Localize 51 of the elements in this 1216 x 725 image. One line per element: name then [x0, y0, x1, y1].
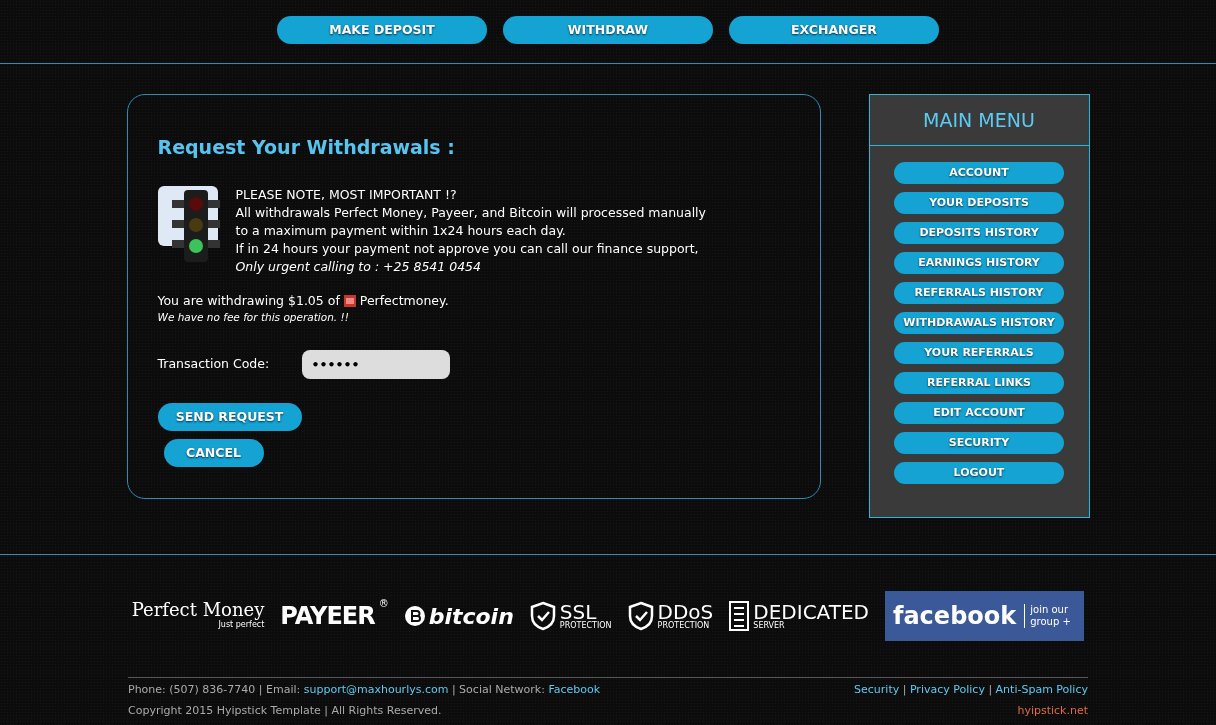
transaction-code-field[interactable]: •••••• — [301, 350, 450, 379]
menu-item[interactable]: DEPOSITS HISTORY — [894, 222, 1064, 244]
nav-tab[interactable]: EXCHANGER — [729, 16, 939, 44]
menu-item[interactable]: YOUR REFERRALS — [894, 342, 1064, 364]
logo-text: PAYEER — [280, 601, 375, 632]
footer-link[interactable]: support@maxhourlys.com — [303, 683, 449, 696]
footer-link[interactable]: Privacy Policy — [909, 683, 985, 696]
logo-mark: ® — [378, 598, 389, 610]
menu-item[interactable]: SECURITY — [894, 432, 1064, 454]
menu-item[interactable]: YOUR DEPOSITS — [894, 192, 1064, 214]
shield-check-icon — [627, 601, 654, 631]
menu-item[interactable]: REFERRALS HISTORY — [894, 282, 1064, 304]
logo-text: SSL — [559, 602, 597, 622]
processor-name: Perfectmoney. — [359, 291, 449, 310]
nav-tab[interactable]: MAKE DEPOSIT — [277, 16, 487, 44]
perfect-money-icon — [343, 294, 356, 307]
server-icon — [729, 601, 750, 631]
send-request-button[interactable]: SEND REQUEST — [157, 403, 302, 431]
menu-item[interactable]: LOGOUT — [894, 462, 1064, 484]
logo-text: bitcoin — [428, 602, 514, 631]
menu-item[interactable]: WITHDRAWALS HISTORY — [894, 312, 1064, 334]
page-heading: Request Your Withdrawals : — [157, 135, 456, 160]
menu-heading: MAIN MENU — [869, 95, 1089, 146]
cancel-button[interactable]: CANCEL — [163, 439, 264, 467]
logo-text: facebook — [893, 601, 1017, 632]
footer-link[interactable]: Facebook — [548, 683, 601, 696]
logo-caption: PROTECTION — [657, 622, 711, 630]
logo-text: DEDICATED — [753, 602, 869, 622]
menu-item[interactable]: EARNINGS HISTORY — [894, 252, 1064, 274]
copyright-text: Copyright 2015 Hyipstick Template | All Rights Reserved. — [128, 702, 443, 719]
traffic-light-icon — [157, 185, 220, 262]
logo-caption: join our group + — [1024, 604, 1077, 628]
field-label: Transaction Code: — [157, 355, 271, 374]
shield-check-icon — [529, 601, 556, 631]
menu-item[interactable]: REFERRAL LINKS — [894, 372, 1064, 394]
nav-tab[interactable]: WITHDRAW — [503, 16, 713, 44]
fee-note: We have no fee for this operation. !! — [157, 310, 350, 326]
notice-text: PLEASE NOTE, MOST IMPORTANT !? All withdrawals Perfect Money, Payeer, and Bitcoin will processed manually to a maximum payment within 1x24 hours each day. If in 24 hours your payment not approve you can call our finance support, Only urgent calling to : +25 8541 0454 — [235, 185, 706, 276]
footer-link[interactable]: Anti-Spam Policy — [995, 683, 1088, 696]
policy-links: Security | Privacy Policy | Anti-Spam Policy — [854, 682, 1088, 698]
facebook-banner[interactable]: facebook join our group + — [885, 591, 1085, 641]
logo-text: DDoS — [657, 602, 714, 622]
bitcoin-icon — [404, 606, 425, 626]
contact-line: Phone: (507) 836-7740 | Email: support@maxhourlys.com | Social Network: Facebook — [128, 682, 601, 698]
menu-item[interactable]: EDIT ACCOUNT — [894, 402, 1064, 424]
logo-caption: SERVER — [753, 622, 786, 630]
logo-caption: PROTECTION — [559, 622, 612, 630]
withdraw-amount-text: You are withdrawing $1.05 of — [157, 291, 340, 310]
menu-item[interactable]: ACCOUNT — [894, 162, 1064, 184]
credit-link[interactable]: hyipstick.net — [854, 702, 1088, 719]
footer-link[interactable]: Security — [854, 683, 900, 696]
